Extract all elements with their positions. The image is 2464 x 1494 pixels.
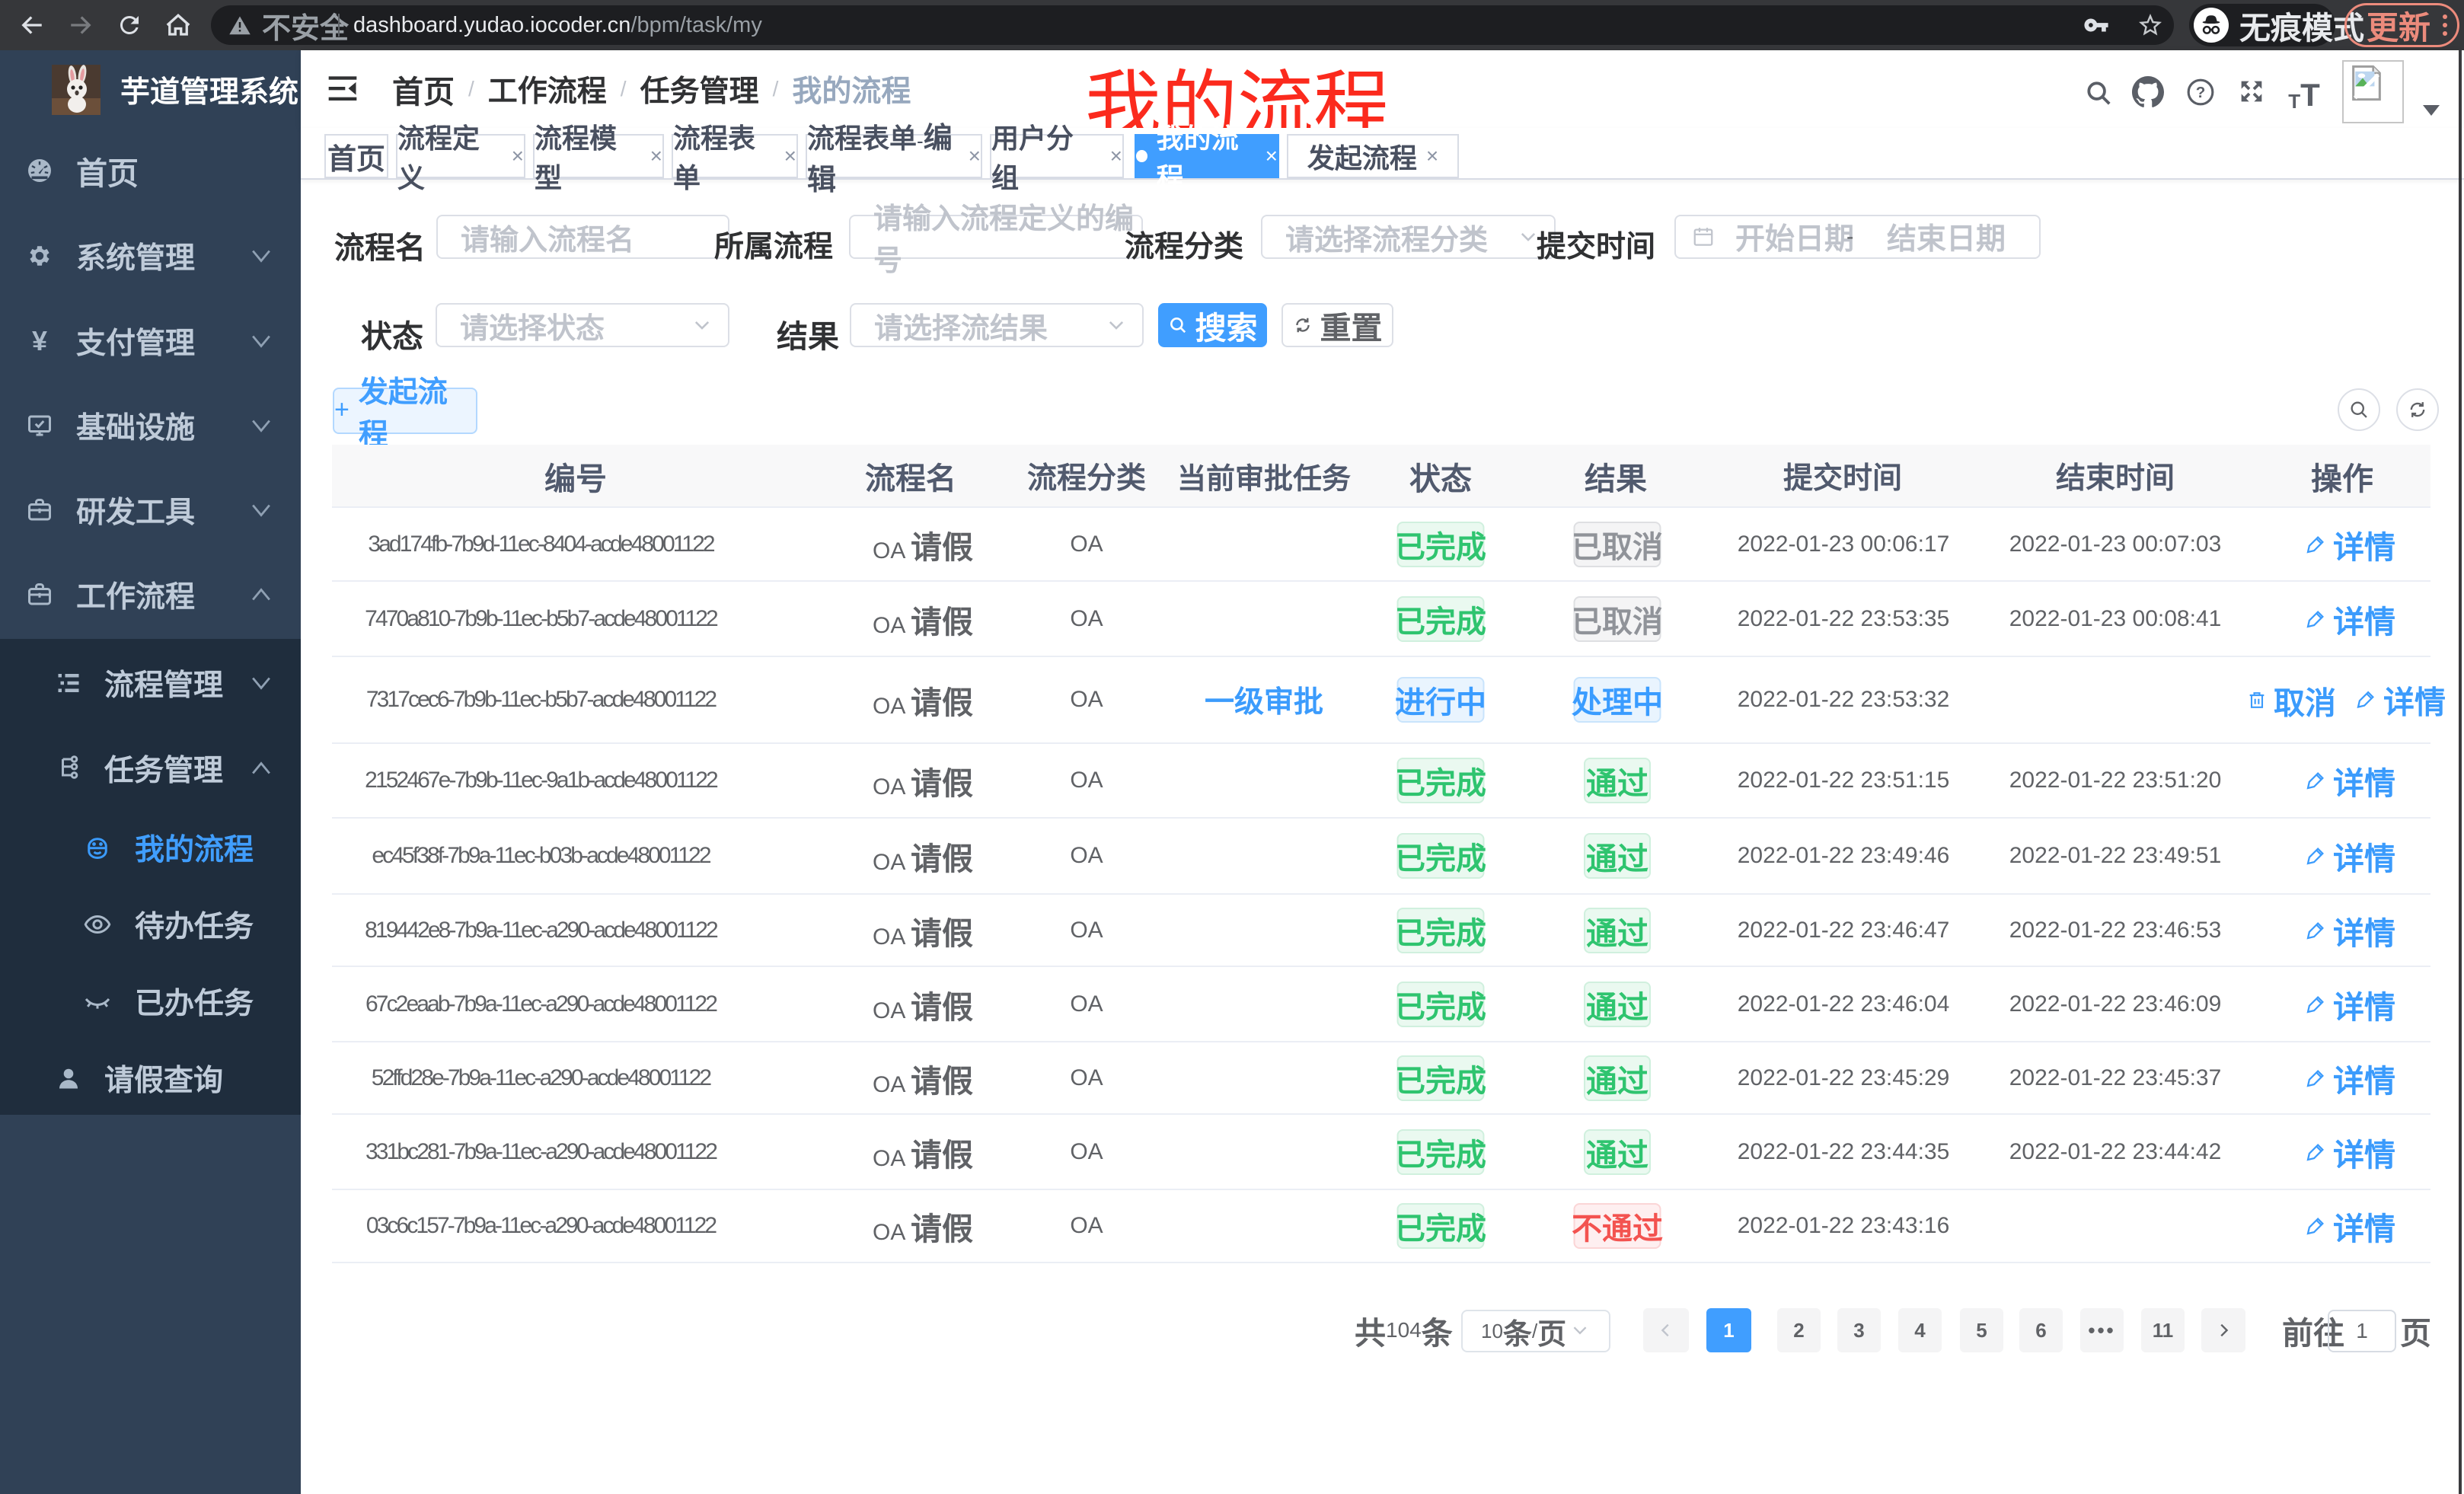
svg-text:?: ? [2196, 84, 2206, 101]
